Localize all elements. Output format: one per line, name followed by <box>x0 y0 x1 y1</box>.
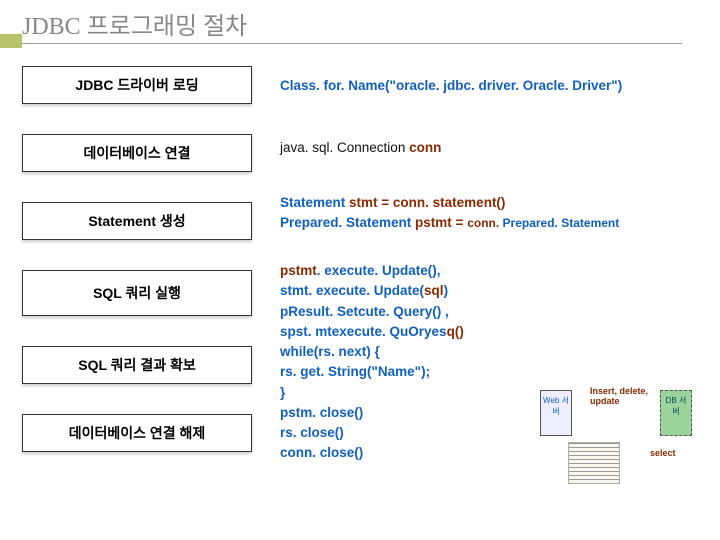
code-text: q() <box>447 324 464 339</box>
code-text: } <box>280 385 285 400</box>
code-text: pstmt = <box>415 215 467 230</box>
code-text: conn. <box>467 216 502 230</box>
code-text: . execute. Update(), <box>317 263 441 278</box>
code-text: stmt = conn. statement() <box>349 195 505 210</box>
code-text: Statement <box>280 195 349 210</box>
code-text: pstm. close() <box>280 405 363 420</box>
code-text: conn. close() <box>280 445 363 460</box>
diagram: Web 서버 DB 서 버 Insert, delete, update sel… <box>540 390 720 500</box>
step-box: JDBC 드라이버 로딩 <box>22 66 252 104</box>
code-text: sql <box>424 283 444 298</box>
code-text: rs. get. String("Name"); <box>280 364 430 379</box>
web-label: Web 서버 <box>543 396 569 416</box>
code-text: while(rs. next) { <box>280 344 380 359</box>
step-box: SQL 쿼리 결과 확보 <box>22 346 252 384</box>
step-box: 데이터베이스 연결 해제 <box>22 414 252 452</box>
slide-title: JDBC 프로그래밍 절차 <box>22 6 682 44</box>
code-text: spst. mtexecute. QuOryes <box>280 324 447 339</box>
code-text: conn <box>409 140 441 155</box>
web-server-icon: Web 서버 <box>540 390 572 436</box>
code-line: Class. for. Name("oracle. jdbc. driver. … <box>280 78 622 93</box>
step-box: 데이터베이스 연결 <box>22 134 252 172</box>
code-text: java. sql. Connection <box>280 140 409 155</box>
db-label: DB 서 버 <box>666 396 687 416</box>
code-text: ) <box>444 283 449 298</box>
code-text: Prepared. Statement <box>280 215 415 230</box>
db-server-icon: DB 서 버 <box>660 390 692 436</box>
code-text: pstmt <box>280 263 317 278</box>
insert-label: Insert, delete, update <box>590 386 650 406</box>
accent-bar <box>0 34 22 48</box>
select-label: select <box>650 448 676 458</box>
step-box: Statement 생성 <box>22 202 252 240</box>
document-icon <box>568 442 620 484</box>
step-boxes: JDBC 드라이버 로딩 데이터베이스 연결 Statement 생성 SQL … <box>22 66 252 482</box>
step-box: SQL 쿼리 실행 <box>22 270 252 316</box>
code-text: rs. close() <box>280 425 344 440</box>
code-text: pResult. Setcute. Query() , <box>280 304 449 319</box>
code-text: stmt. execute. Update( <box>280 283 424 298</box>
code-text: Prepared. Statement <box>503 216 620 230</box>
